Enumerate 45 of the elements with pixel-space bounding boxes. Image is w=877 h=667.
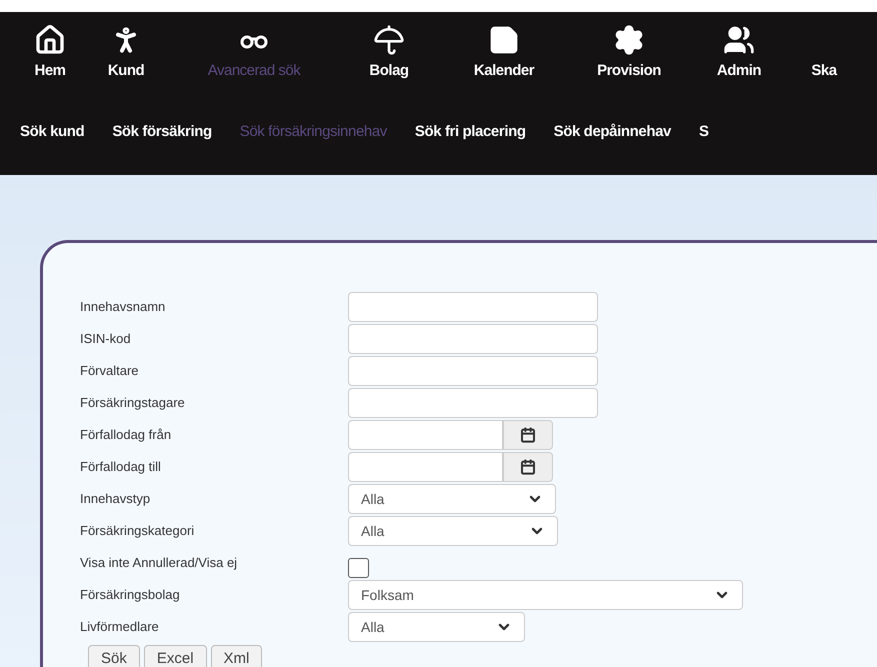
calendar-icon — [520, 427, 536, 443]
calendar-icon — [520, 459, 536, 475]
date-field[interactable] — [348, 420, 503, 450]
house-icon — [34, 24, 66, 56]
nav-tab[interactable]: Provision — [574, 24, 684, 82]
dropdown[interactable]: Alla — [348, 612, 525, 642]
dropdown[interactable]: Alla — [348, 516, 558, 546]
field-label: Innehavsnamn — [80, 298, 166, 316]
date-field[interactable] — [348, 452, 503, 482]
nav-tab[interactable]: Kalender — [434, 24, 574, 82]
field-label: Förfallodag från — [80, 426, 172, 444]
page-icon — [488, 24, 520, 56]
input-field[interactable] — [348, 292, 598, 322]
sub-nav-tab[interactable]: Sök försäkring — [112, 120, 212, 143]
form-button[interactable]: Excel — [144, 645, 207, 667]
nav-tab[interactable]: Admin — [684, 24, 794, 82]
sub-nav-tab[interactable]: Sök depåinnehav — [554, 120, 671, 143]
nav-tab[interactable]: Bolag — [344, 24, 434, 82]
field-label: Försäkringstagare — [80, 394, 186, 412]
umbrella-icon — [373, 24, 405, 56]
field-label: Visa inte Annullerad/Visa ej — [80, 554, 238, 572]
field-label: Förfallodag till — [80, 458, 162, 476]
checkbox[interactable] — [348, 558, 369, 578]
dropdown[interactable]: Folksam — [348, 580, 743, 610]
sub-nav-tab[interactable]: Sök kund — [20, 120, 84, 143]
calendar-button[interactable] — [503, 452, 553, 482]
nav-tab[interactable]: Kund — [88, 24, 164, 82]
sub-nav-tab[interactable]: S — [698, 120, 709, 143]
sub-nav-tab[interactable]: Sök fri placering — [414, 120, 526, 143]
field-label: Försäkringskategori — [80, 522, 196, 540]
form-button[interactable]: Sök — [88, 645, 140, 667]
users-icon — [723, 24, 755, 56]
field-label: Förvaltare — [80, 362, 140, 380]
field-label: Livförmedlare — [80, 618, 160, 636]
nav-tab[interactable]: Hem — [12, 24, 88, 82]
dropdown[interactable]: Alla — [348, 484, 556, 514]
input-field[interactable] — [348, 356, 598, 386]
calendar-button[interactable] — [503, 420, 553, 450]
field-label: ISIN-kod — [80, 330, 132, 348]
input-field[interactable] — [348, 324, 598, 354]
field-label: Innehavstyp — [80, 490, 152, 508]
nav-tab[interactable]: Ska — [794, 24, 854, 82]
form-button[interactable]: Xml — [210, 645, 262, 667]
input-field[interactable] — [348, 388, 598, 418]
field-label: Försäkringsbolag — [80, 586, 181, 604]
